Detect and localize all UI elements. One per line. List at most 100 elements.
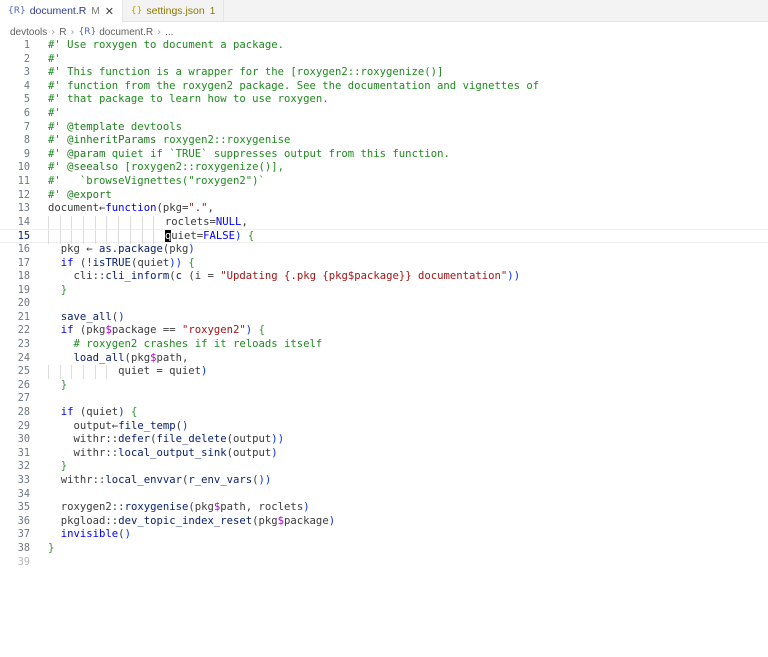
line-number: 29 [17,420,30,432]
tab-document-r[interactable]: {R} document.R M ✕ [0,0,123,23]
line-number: 25 [17,366,30,378]
line-number: 26 [17,379,30,391]
line-number: 39 [17,556,30,568]
line-number: 34 [17,488,30,500]
line-number: 4 [23,80,30,92]
code-line[interactable]: 38} [0,542,768,556]
chevron-right-icon: › [70,26,75,38]
code-text: #' [48,52,61,65]
code-text: pkgload::dev_topic_index_reset(pkg$packa… [60,514,336,527]
code-line[interactable]: 12 #' @export [0,189,768,203]
code-text: } [60,283,68,296]
code-line[interactable]: 4 #' function from the roxygen2 package. … [0,80,768,94]
line-number: 7 [23,121,30,133]
r-file-icon: {R} [8,6,26,16]
breadcrumb-item-r[interactable]: R [59,27,66,38]
code-text: #' that package to learn how to use roxy… [48,93,329,106]
code-text: if (!isTRUE(quiet)) { [60,256,195,269]
code-text: load_all(pkg$path, [73,351,189,364]
code-line[interactable]: 9 #' @param quiet if `TRUE` suppresses ou… [0,148,768,162]
code-line[interactable]: 10 #' @seealso [roxygen2::roxygenize()], [0,161,768,175]
code-line[interactable]: 23 # roxygen2 crashes if it reloads itse… [0,338,768,352]
line-number: 24 [17,352,30,364]
line-number: 22 [17,325,30,337]
line-number: 2 [23,53,30,65]
code-line[interactable]: 39 [0,556,768,570]
code-line[interactable]: 29 output←file_temp() [0,420,768,434]
code-line[interactable]: 7 #' @template devtools [0,121,768,135]
close-icon[interactable]: ✕ [105,5,114,18]
line-number: 6 [23,107,30,119]
line-number: 19 [17,284,30,296]
breadcrumb-item-file[interactable]: document.R [99,27,153,38]
line-number: 23 [17,339,30,351]
code-line[interactable]: 32 } [0,460,768,474]
line-number: 27 [17,393,30,405]
tab-settings-json[interactable]: {} settings.json 1 [123,0,225,22]
line-number: 36 [17,515,30,527]
tab-label: settings.json [146,5,205,17]
code-line[interactable]: 25 quiet = quiet) [0,365,768,379]
code-line[interactable]: 35 roxygen2::roxygenise(pkg$path, roclet… [0,501,768,515]
code-line[interactable]: 24 load_all(pkg$path, [0,352,768,366]
line-number: 14 [17,216,30,228]
line-number: 18 [17,271,30,283]
code-line[interactable]: 31 withr::local_output_sink(output) [0,447,768,461]
breadcrumb-item-devtools[interactable]: devtools [10,27,47,38]
code-line[interactable]: 17 if (!isTRUE(quiet)) { [0,257,768,271]
code-text: #' @inheritParams roxygen2::roxygenise [48,134,291,147]
line-number: 38 [17,542,30,554]
code-line[interactable]: 26 } [0,379,768,393]
code-line[interactable]: 27 [0,392,768,406]
code-text: pkg ← as.package(pkg) [60,242,195,255]
editor-tab-bar: {R} document.R M ✕ {} settings.json 1 [0,0,768,23]
code-line[interactable]: 18 cli::cli_inform(c (i = "Updating {.pk… [0,270,768,284]
line-number: 16 [17,243,30,255]
code-text: output←file_temp() [73,419,189,432]
code-line[interactable]: 13 document←function(pkg=".", [0,202,768,216]
line-number: 30 [17,434,30,446]
code-line[interactable]: 37 invisible() [0,528,768,542]
code-line[interactable]: 3 #' This function is a wrapper for the [… [0,66,768,80]
code-line[interactable]: 21 save_all() [0,311,768,325]
line-number: 9 [23,148,30,160]
code-line[interactable]: 16 pkg ← as.package(pkg) [0,243,768,257]
line-number: 5 [23,94,30,106]
code-line[interactable]: 8 #' @inheritParams roxygen2::roxygenise [0,134,768,148]
tab-label: document.R [29,5,87,17]
code-text: withr::local_envvar(r_env_vars()) [60,474,272,486]
code-text: } [60,378,68,391]
code-text: save_all() [60,310,125,323]
code-line[interactable]: 5 #' that package to learn how to use rox… [0,93,768,107]
code-line[interactable]: 30 withr::defer(file_delete(output)) [0,433,768,447]
code-text: #' @template devtools [48,120,182,133]
code-line[interactable]: 34 [0,488,768,502]
code-text: withr::local_output_sink(output) [73,446,278,459]
line-number: 12 [17,189,30,201]
code-line[interactable]: 2 #' [0,53,768,67]
line-number: 3 [23,67,30,79]
code-editor[interactable]: 1 #' Use roxygen to document a package. 2 #… [0,39,768,657]
line-number: 11 [17,175,30,187]
modified-indicator: M [91,5,100,17]
code-line[interactable]: 11 #' `browseVignettes("roxygen2")` [0,175,768,189]
code-text: #' Use roxygen to document a package. [48,39,284,51]
breadcrumb-item-symbols[interactable]: ... [165,27,173,38]
code-line[interactable]: 28 if (quiet) { [0,406,768,420]
line-number: 21 [17,311,30,323]
code-text: quiet = quiet) [48,365,207,379]
code-line[interactable]: 33 withr::local_envvar(r_env_vars()) [0,474,768,488]
code-line[interactable]: 19 } [0,284,768,298]
code-line[interactable]: 20 [0,297,768,311]
line-number: 33 [17,475,30,486]
code-line[interactable]: 36 pkgload::dev_topic_index_reset(pkg$pa… [0,515,768,529]
line-number: 32 [17,461,30,473]
code-line[interactable]: 15 quiet=FALSE) { [0,229,768,244]
code-line[interactable]: 1 #' Use roxygen to document a package. [0,39,768,53]
code-text: } [60,460,68,473]
code-text: #' [48,106,61,119]
code-text: } [48,541,55,554]
code-line[interactable]: 14 roclets=NULL, [0,215,768,230]
code-line[interactable]: 22 if (pkg$package == "roxygen2") { [0,324,768,338]
code-line[interactable]: 6 #' [0,107,768,121]
